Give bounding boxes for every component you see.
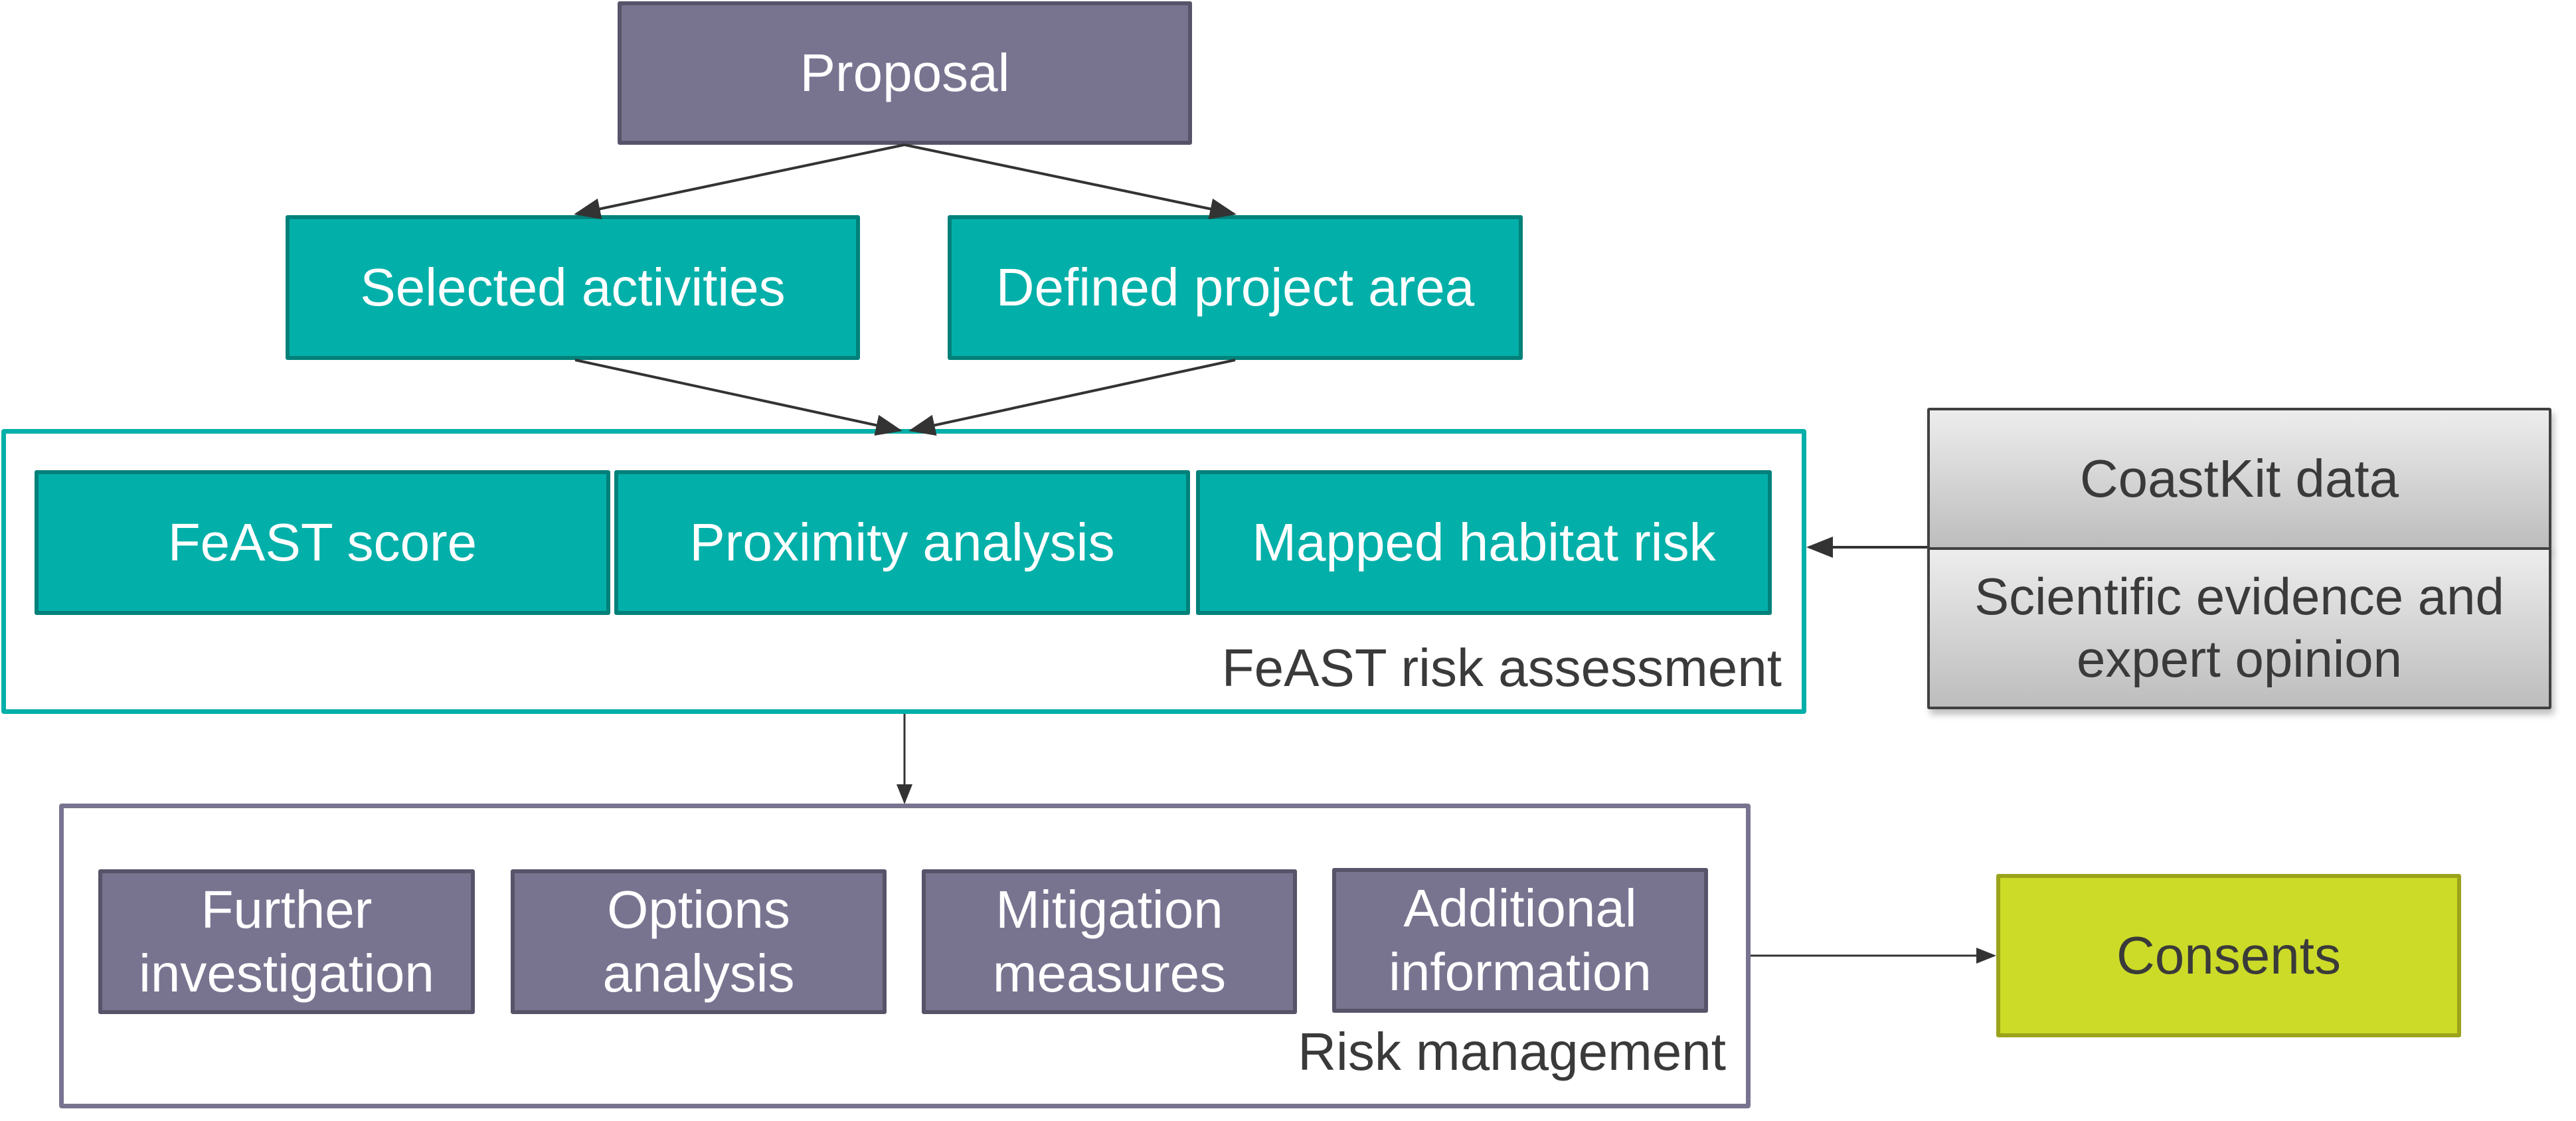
- scientific-evidence-label: Scientific evidence and expert opinion: [1974, 567, 2504, 688]
- further-investigation-line1: Further: [201, 880, 373, 939]
- options-analysis-box: Options analysis: [511, 869, 887, 1014]
- proximity-analysis-label: Proximity analysis: [689, 513, 1115, 572]
- options-analysis-line2: analysis: [602, 944, 795, 1003]
- further-investigation-box: Further investigation: [98, 869, 475, 1014]
- defined-project-area-label: Defined project area: [995, 258, 1475, 317]
- mitigation-measures-box: Mitigation measures: [922, 869, 1297, 1014]
- mitigation-measures-line2: measures: [992, 944, 1227, 1003]
- mitigation-measures-line1: Mitigation: [995, 880, 1223, 939]
- feast-score-label: FeAST score: [167, 513, 477, 572]
- consents-label: Consents: [2116, 926, 2341, 985]
- arrow-activities-to-feast: [574, 359, 902, 436]
- defined-project-area-box: Defined project area: [948, 215, 1523, 360]
- additional-information-line1: Additional: [1403, 879, 1637, 938]
- arrow-proposal-to-area: [904, 143, 1237, 220]
- scientific-evidence-box: Scientific evidence and expert opinion: [1927, 547, 2551, 709]
- further-investigation-line2: investigation: [139, 944, 434, 1003]
- feast-group-caption: FeAST risk assessment: [1221, 638, 1782, 697]
- options-analysis-line1: Options: [607, 880, 790, 939]
- selected-activities-label: Selected activities: [360, 258, 786, 317]
- mapped-habitat-risk-label: Mapped habitat risk: [1252, 513, 1716, 572]
- proposal-label: Proposal: [800, 43, 1010, 102]
- coastkit-data-box: CoastKit data: [1927, 408, 2551, 550]
- arrow-proposal-to-activities: [574, 143, 905, 220]
- additional-information-box: Additional information: [1332, 868, 1708, 1013]
- proposal-box: Proposal: [618, 1, 1192, 145]
- risk-group-caption: Risk management: [1298, 1022, 1726, 1081]
- feast-score-box: FeAST score: [35, 470, 610, 615]
- additional-information-line2: information: [1389, 942, 1652, 1001]
- mapped-habitat-risk-box: Mapped habitat risk: [1196, 470, 1772, 615]
- consents-box: Consents: [1996, 874, 2461, 1037]
- arrow-area-to-feast: [908, 359, 1236, 436]
- coastkit-data-label: CoastKit data: [2079, 449, 2399, 508]
- selected-activities-box: Selected activities: [286, 215, 860, 360]
- proximity-analysis-box: Proximity analysis: [614, 470, 1190, 615]
